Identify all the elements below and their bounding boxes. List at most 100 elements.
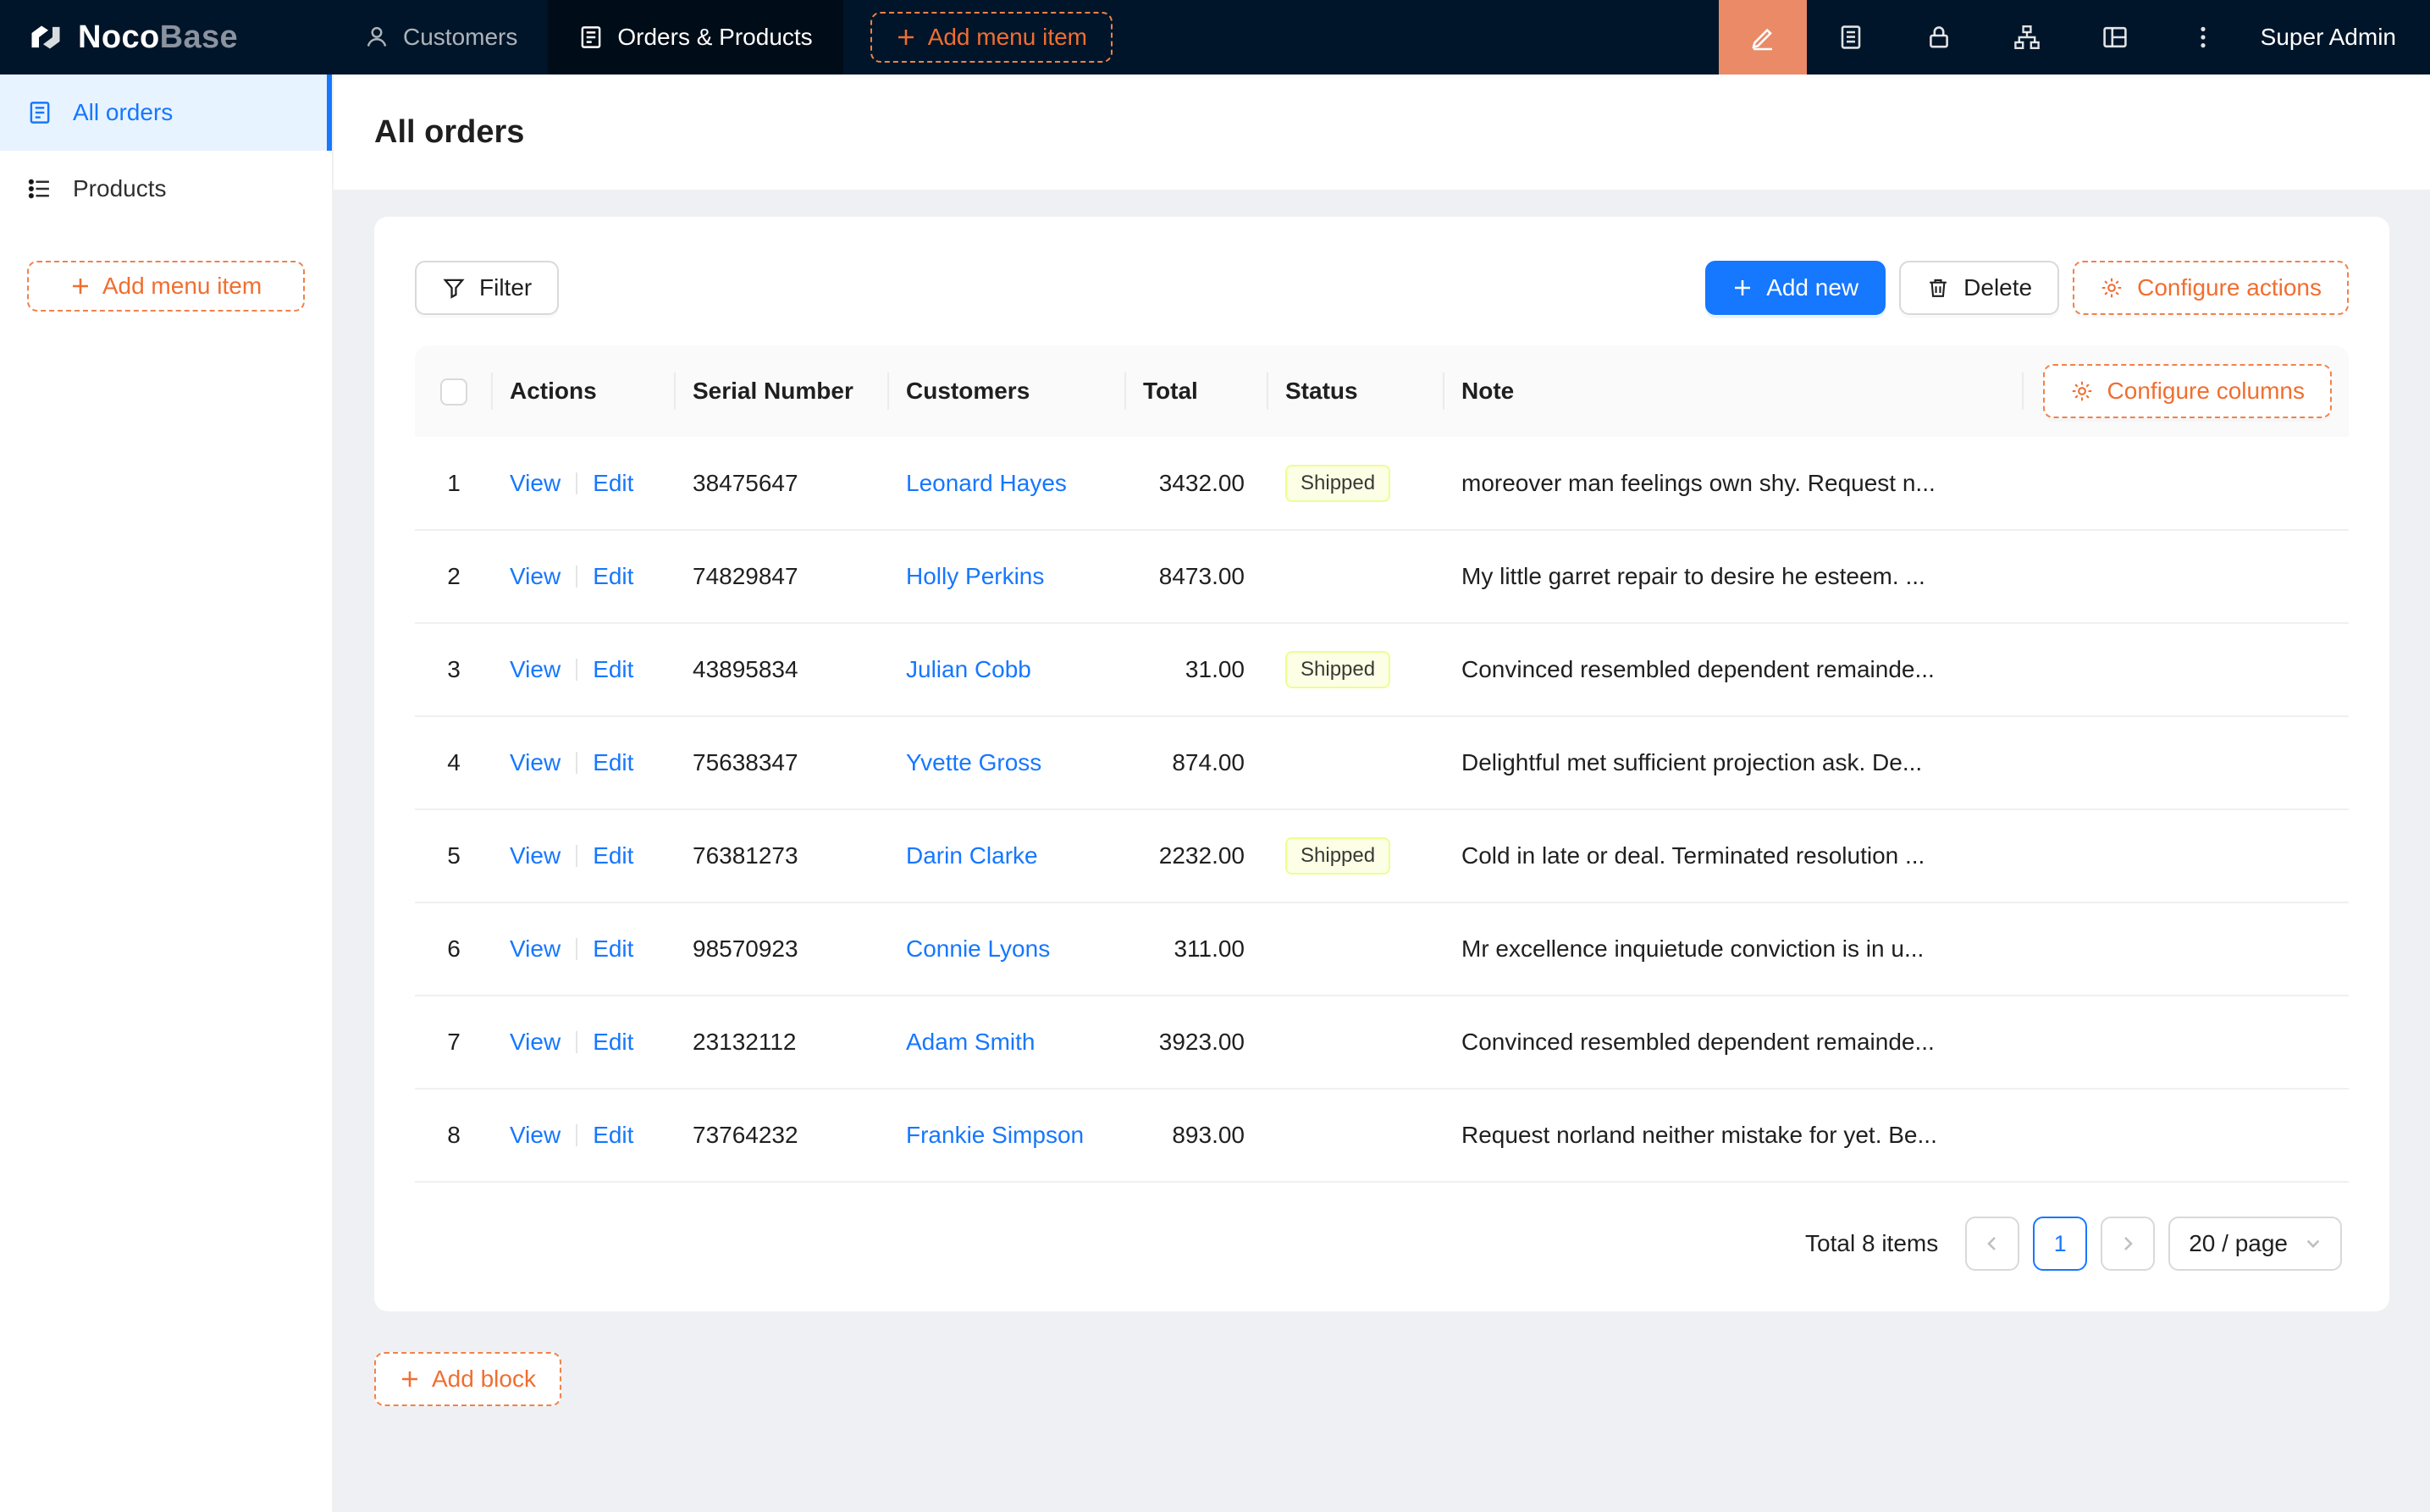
add-new-button[interactable]: Add new (1705, 261, 1886, 315)
main-panel: All orders Filter (334, 74, 2430, 1512)
edit-link[interactable]: Edit (593, 470, 633, 496)
view-link[interactable]: View (510, 935, 561, 962)
edit-link[interactable]: Edit (593, 749, 633, 775)
table-row: 5 ViewEdit 76381273 Darin Clarke 2232.00… (415, 809, 2349, 902)
view-link[interactable]: View (510, 1029, 561, 1055)
gear-icon (2070, 379, 2094, 403)
api-button[interactable] (1983, 0, 2071, 74)
customer-link[interactable]: Holly Perkins (906, 563, 1044, 589)
sidebar-item-label: All orders (73, 99, 173, 126)
configure-actions-button[interactable]: Configure actions (2073, 261, 2349, 315)
list-icon (27, 176, 52, 201)
customer-cell: Darin Clarke (889, 809, 1126, 902)
empty-cell (2024, 623, 2349, 716)
view-link[interactable]: View (510, 749, 561, 775)
layout-button[interactable] (2071, 0, 2159, 74)
pagination-page-1[interactable]: 1 (2033, 1217, 2087, 1271)
configure-columns-button[interactable]: Configure columns (2043, 364, 2332, 418)
logo[interactable]: NocoBase (0, 0, 334, 74)
lock-button[interactable] (1895, 0, 1983, 74)
row-index: 2 (415, 530, 493, 623)
edit-link[interactable]: Edit (593, 656, 633, 682)
column-header-actions: Actions (493, 345, 676, 437)
customer-link[interactable]: Julian Cobb (906, 656, 1031, 682)
empty-cell (2024, 902, 2349, 996)
lock-icon (1925, 24, 1952, 51)
edit-link[interactable]: Edit (593, 842, 633, 869)
more-button[interactable] (2159, 0, 2247, 74)
navbar-add-menu-item-button[interactable]: Add menu item (870, 12, 1113, 63)
action-divider (576, 1031, 577, 1053)
status-cell (1268, 716, 1444, 809)
document-icon (1837, 24, 1864, 51)
customer-cell: Julian Cobb (889, 623, 1126, 716)
chevron-left-icon (1984, 1235, 2001, 1252)
chevron-right-icon (2119, 1235, 2136, 1252)
status-cell (1268, 1089, 1444, 1182)
total-cell: 3923.00 (1126, 996, 1268, 1089)
edit-link[interactable]: Edit (593, 563, 633, 589)
edit-link[interactable]: Edit (593, 935, 633, 962)
document-button[interactable] (1807, 0, 1895, 74)
nav-item-orders-products[interactable]: Orders & Products (548, 0, 842, 74)
customer-link[interactable]: Adam Smith (906, 1029, 1036, 1055)
serial-number-cell: 43895834 (676, 623, 889, 716)
plus-icon (400, 1369, 420, 1389)
status-tag: Shipped (1285, 837, 1390, 875)
action-divider (576, 566, 577, 588)
row-index: 1 (415, 437, 493, 530)
add-block-button[interactable]: Add block (374, 1352, 561, 1406)
table-row: 2 ViewEdit 74829847 Holly Perkins 8473.0… (415, 530, 2349, 623)
user-menu[interactable]: Super Admin (2247, 24, 2430, 51)
delete-button[interactable]: Delete (1899, 261, 2059, 315)
note-cell: Convinced resembled dependent remainde..… (1444, 623, 2024, 716)
view-link[interactable]: View (510, 1122, 561, 1148)
page-size-select[interactable]: 20 / page (2168, 1217, 2342, 1271)
filter-icon (442, 276, 466, 300)
view-link[interactable]: View (510, 470, 561, 496)
customer-link[interactable]: Connie Lyons (906, 935, 1050, 962)
customer-cell: Leonard Hayes (889, 437, 1126, 530)
orders-icon (578, 25, 604, 50)
row-actions-cell: View Edit (493, 996, 676, 1089)
customer-link[interactable]: Leonard Hayes (906, 470, 1067, 496)
row-actions-cell: View Edit (493, 902, 676, 996)
sidebar-item-all-orders[interactable]: All orders (0, 74, 332, 151)
customer-cell: Holly Perkins (889, 530, 1126, 623)
view-link[interactable]: View (510, 842, 561, 869)
status-cell: Shipped (1268, 437, 1444, 530)
total-cell: 893.00 (1126, 1089, 1268, 1182)
action-divider (576, 938, 577, 960)
nocobase-logo-icon (27, 19, 64, 56)
serial-number-cell: 38475647 (676, 437, 889, 530)
row-actions-cell: View Edit (493, 716, 676, 809)
filter-button[interactable]: Filter (415, 261, 559, 315)
page-header: All orders (334, 74, 2430, 190)
status-cell (1268, 996, 1444, 1089)
customer-link[interactable]: Yvette Gross (906, 749, 1041, 775)
sidebar-add-menu-item-button[interactable]: Add menu item (27, 261, 305, 312)
plus-icon (896, 27, 916, 47)
ui-editor-button[interactable] (1719, 0, 1807, 74)
nav-item-customers[interactable]: Customers (334, 0, 548, 74)
note-cell: Delightful met sufficient projection ask… (1444, 716, 2024, 809)
row-index: 8 (415, 1089, 493, 1182)
edit-link[interactable]: Edit (593, 1122, 633, 1148)
content-area: Filter Add new (334, 190, 2430, 1512)
pagination-prev-button[interactable] (1965, 1217, 2019, 1271)
edit-link[interactable]: Edit (593, 1029, 633, 1055)
view-link[interactable]: View (510, 563, 561, 589)
page-title: All orders (374, 114, 524, 151)
customer-link[interactable]: Frankie Simpson (906, 1122, 1084, 1148)
row-actions-cell: View Edit (493, 1089, 676, 1182)
logo-base: Base (160, 19, 238, 55)
empty-cell (2024, 716, 2349, 809)
action-divider (576, 472, 577, 494)
sidebar-item-products[interactable]: Products (0, 151, 332, 227)
view-link[interactable]: View (510, 656, 561, 682)
customer-link[interactable]: Darin Clarke (906, 842, 1038, 869)
select-all-checkbox[interactable] (440, 378, 467, 406)
pagination-next-button[interactable] (2101, 1217, 2155, 1271)
total-cell: 2232.00 (1126, 809, 1268, 902)
row-index: 4 (415, 716, 493, 809)
